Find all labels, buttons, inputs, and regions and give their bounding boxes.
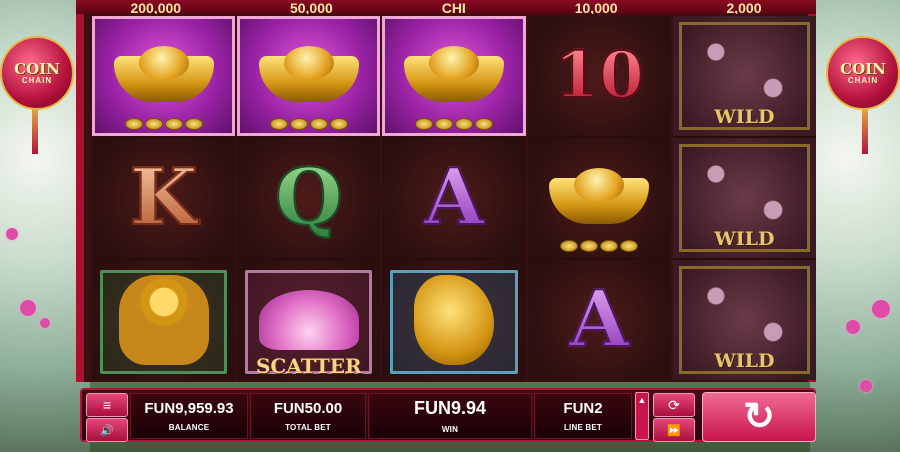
- reel-column: A: [382, 16, 526, 380]
- chevron-up-icon: ▲: [637, 395, 647, 405]
- gold-ingot-symbol: [258, 46, 359, 106]
- reel-cell: WILD: [672, 260, 817, 380]
- win-display: FUN9.94 WIN: [368, 393, 532, 439]
- reel-frame: K Q SCATTER A 10 A WILD WILD WILD: [76, 14, 817, 382]
- sound-button[interactable]: 🔊: [86, 418, 128, 442]
- jackpot-value: 200,000: [130, 0, 182, 16]
- card-symbol: 10: [554, 38, 645, 113]
- logo-subtext: CHAIN: [847, 75, 879, 85]
- lantern-tassel: [862, 104, 868, 154]
- reel-cell: K: [92, 138, 236, 258]
- line-bet-display: FUN2 LINE BET: [534, 393, 632, 439]
- coins-decoration: [415, 118, 493, 130]
- total-bet-display: FUN50.00 TOTAL BET: [250, 393, 366, 439]
- logo-text: COIN: [840, 59, 886, 78]
- jackpot-value: 10,000: [574, 0, 618, 16]
- reel-column: WILD WILD WILD: [672, 16, 817, 380]
- autoplay-icon: ⟳: [668, 396, 680, 413]
- blossom-decoration: [860, 380, 872, 392]
- reel-column: Q SCATTER: [237, 16, 381, 380]
- gold-ingot-symbol: [549, 168, 650, 228]
- gold-ingot-symbol: [113, 46, 214, 106]
- control-bar: ≡ 🔊 FUN9,959.93 BALANCE FUN50.00 TOTAL B…: [80, 388, 816, 442]
- logo-subtext: CHAIN: [21, 75, 53, 85]
- win-label: WIN: [441, 425, 459, 434]
- reel-cell: Q: [237, 138, 381, 258]
- reel-cell: A: [527, 260, 671, 380]
- blossom-decoration: [40, 318, 50, 328]
- win-value: FUN9.94: [413, 398, 487, 418]
- spin-button[interactable]: ↻: [702, 392, 816, 442]
- wild-symbol-label: WILD: [714, 106, 775, 128]
- card-symbol: Q: [274, 152, 344, 243]
- line-bet-value: FUN2: [563, 400, 603, 417]
- balance-value: FUN9,959.93: [144, 400, 234, 417]
- reel-cell: WILD: [672, 16, 817, 136]
- reel-cell: SCATTER: [237, 260, 381, 380]
- reel-cell: [92, 260, 236, 380]
- jackpot-value: 50,000: [289, 0, 333, 16]
- card-symbol: A: [568, 274, 631, 365]
- reel-cell: WILD: [672, 138, 817, 258]
- jackpot-title: CHI: [441, 0, 466, 16]
- blossom-decoration: [846, 320, 860, 334]
- lotus-scatter-symbol: [258, 290, 359, 350]
- menu-icon: ≡: [102, 397, 112, 413]
- reel-cell: A: [382, 138, 526, 258]
- card-symbol: K: [129, 152, 199, 243]
- wild-symbol-label: WILD: [714, 228, 775, 250]
- game-logo-left: COIN CHAIN: [0, 36, 74, 110]
- wild-symbol-label: WILD: [714, 350, 775, 372]
- lantern-tassel: [32, 104, 38, 154]
- gold-ingot-symbol: [404, 46, 504, 106]
- coins-decoration: [560, 240, 639, 252]
- scatter-label: SCATTER: [255, 354, 362, 378]
- autoplay-button[interactable]: ⟳: [653, 393, 695, 417]
- reel-column: 10 A: [527, 16, 671, 380]
- logo-text: COIN: [14, 59, 60, 78]
- total-bet-label: TOTAL BET: [285, 423, 331, 432]
- balance-display: FUN9,959.93 BALANCE: [130, 393, 248, 439]
- reel-cell: [237, 16, 381, 136]
- reel-cell: [382, 260, 526, 380]
- blossom-decoration: [872, 300, 890, 318]
- reel-cell: [382, 16, 526, 136]
- speaker-icon: 🔊: [100, 424, 114, 437]
- reel-cell: [92, 16, 236, 136]
- turbo-button[interactable]: ⏩: [653, 418, 695, 442]
- balance-label: BALANCE: [168, 423, 210, 432]
- reel-column: K: [92, 16, 236, 380]
- total-bet-value: FUN50.00: [273, 400, 343, 417]
- coins-decoration: [124, 118, 203, 130]
- blossom-decoration: [6, 228, 18, 240]
- menu-button[interactable]: ≡: [86, 393, 128, 417]
- buddha-symbol: [118, 275, 209, 365]
- jackpot-value: 2,000: [726, 0, 762, 16]
- reels-grid: K Q SCATTER A 10 A WILD WILD WILD: [92, 16, 817, 380]
- line-bet-label: LINE BET: [563, 423, 603, 432]
- spin-icon: ↻: [743, 396, 775, 438]
- card-symbol: A: [423, 152, 486, 243]
- bet-adjust-button[interactable]: ▲: [635, 392, 649, 440]
- fast-forward-icon: ⏩: [667, 424, 681, 437]
- game-logo-right: COIN CHAIN: [826, 36, 900, 110]
- coins-decoration: [269, 118, 348, 130]
- blossom-decoration: [20, 300, 36, 316]
- reel-cell: 10: [527, 16, 671, 136]
- reel-cell: [527, 138, 671, 258]
